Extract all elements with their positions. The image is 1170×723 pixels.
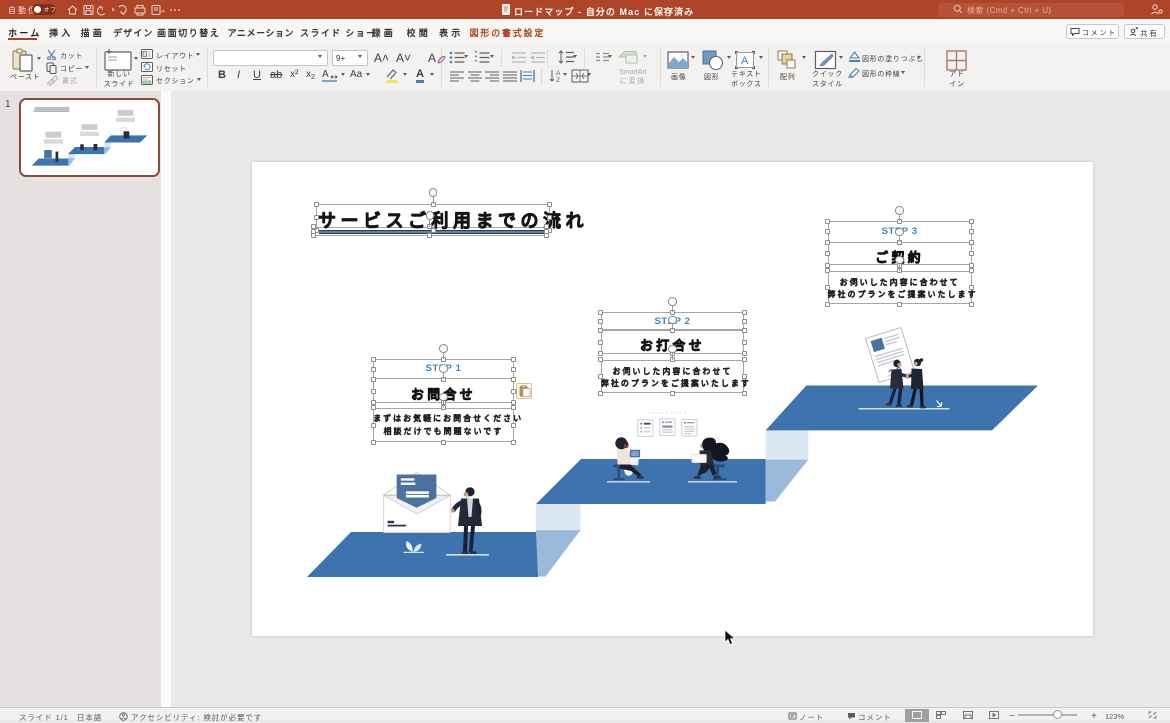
svg-text:A: A [556, 70, 561, 77]
svg-text:Z: Z [556, 77, 560, 83]
svg-text:A: A [741, 55, 749, 67]
